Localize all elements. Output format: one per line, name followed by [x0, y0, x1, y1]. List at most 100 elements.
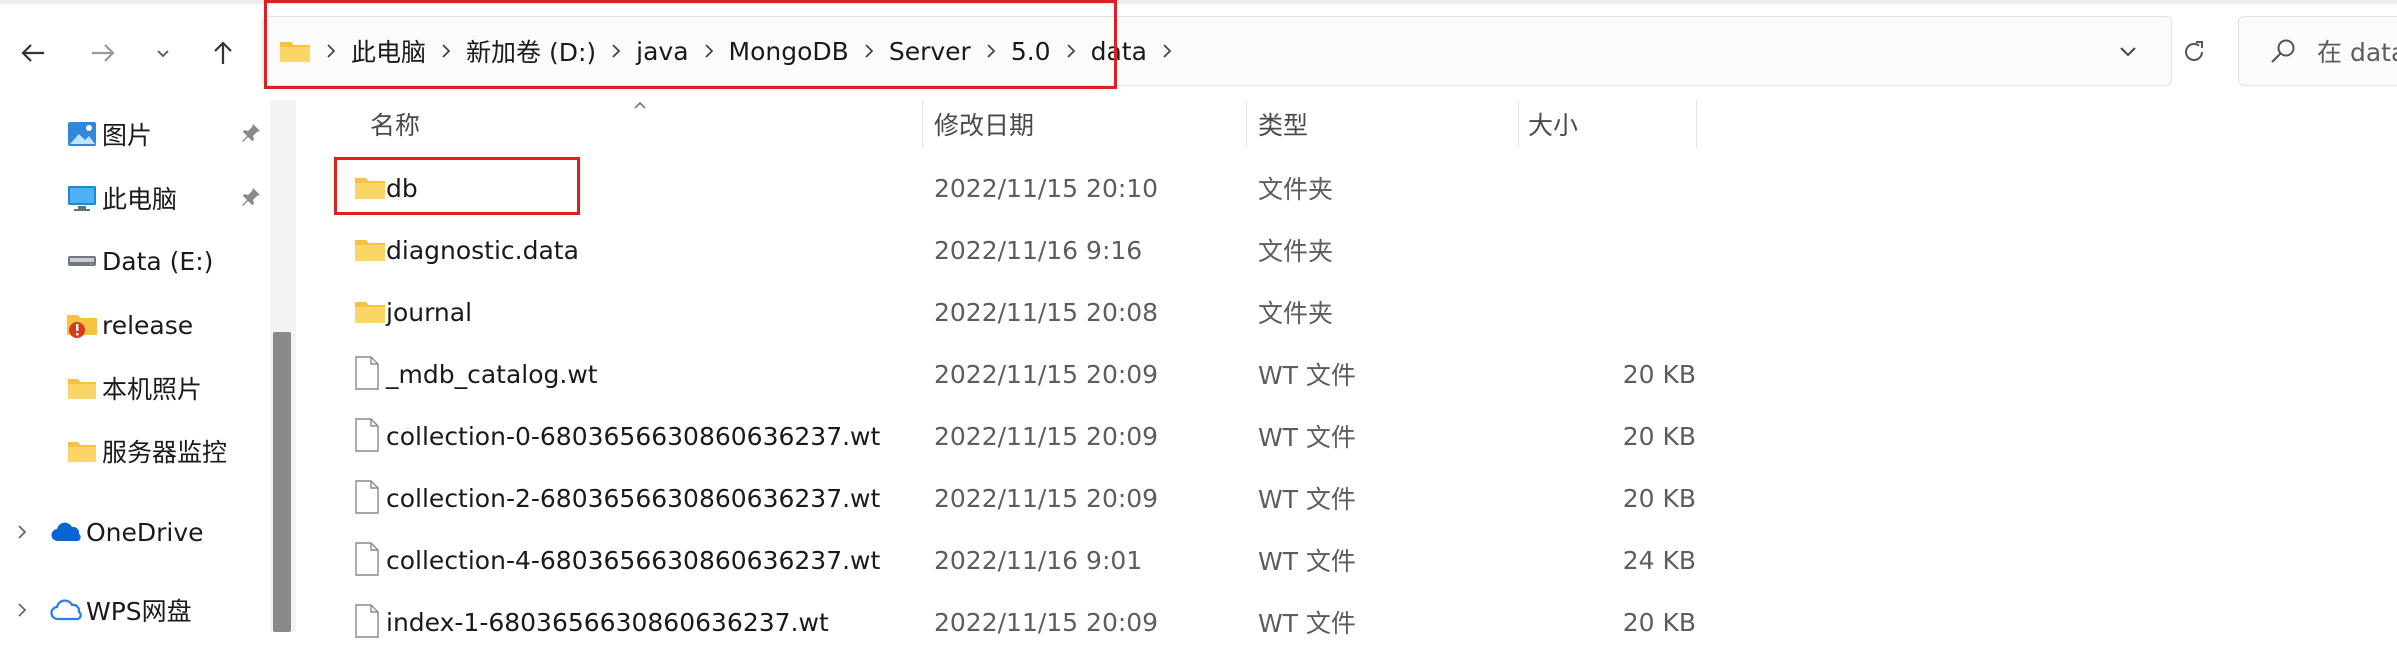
- file-type: WT 文件: [1258, 485, 1356, 514]
- folder-icon: [354, 299, 386, 335]
- column-header-type[interactable]: 类型: [1258, 96, 1308, 152]
- file-modified-date: 2022/11/16 9:16: [934, 235, 1143, 265]
- column-divider[interactable]: [922, 100, 923, 148]
- sidebar-scrollbar[interactable]: [270, 100, 296, 632]
- forward-button[interactable]: [80, 30, 126, 76]
- file-name: collection-2-6803656630860636237.wt: [386, 483, 881, 513]
- sidebar-item-onedrive[interactable]: OneDrive: [50, 506, 204, 558]
- recent-locations-button[interactable]: [140, 30, 186, 76]
- file-row[interactable]: db 2022/11/15 20:10 文件夹: [326, 157, 1986, 219]
- column-divider[interactable]: [1518, 100, 1519, 148]
- breadcrumb-mongodb[interactable]: MongoDB: [727, 17, 851, 85]
- file-modified-date: 2022/11/15 20:08: [934, 297, 1159, 327]
- arrow-up-icon: [214, 41, 232, 64]
- column-header-size[interactable]: 大小: [1528, 96, 1578, 152]
- up-button[interactable]: [200, 30, 246, 76]
- refresh-button[interactable]: [2168, 26, 2220, 78]
- breadcrumb-data[interactable]: data: [1089, 17, 1149, 85]
- file-type: 文件夹: [1258, 237, 1334, 266]
- file-icon: [354, 356, 386, 392]
- column-header-name[interactable]: 名称: [370, 96, 420, 152]
- pin-icon[interactable]: [236, 182, 266, 212]
- breadcrumb-separator-icon[interactable]: [598, 17, 634, 85]
- column-divider[interactable]: [1696, 100, 1697, 148]
- file-row[interactable]: index-1-6803656630860636237.wt 2022/11/15…: [326, 591, 1986, 653]
- file-row[interactable]: journal 2022/11/15 20:08 文件夹: [326, 281, 1986, 343]
- file-size: 20 KB: [1622, 359, 1696, 389]
- breadcrumb-version[interactable]: 5.0: [1009, 17, 1053, 85]
- breadcrumb-separator-icon[interactable]: [691, 17, 727, 85]
- chevron-down-icon: [157, 50, 169, 58]
- breadcrumb-server[interactable]: Server: [887, 17, 973, 85]
- folder-icon: [354, 175, 386, 211]
- folder-icon: [66, 435, 98, 467]
- file-icon: [354, 604, 386, 640]
- pictures-icon: [66, 118, 98, 150]
- search-box[interactable]: 在 data: [2238, 16, 2397, 86]
- address-history-button[interactable]: [2103, 17, 2153, 85]
- file-type: WT 文件: [1258, 361, 1356, 390]
- sidebar-item-label: 此电脑: [102, 185, 178, 214]
- file-modified-date: 2022/11/15 20:09: [934, 483, 1159, 513]
- arrow-right-icon: [92, 44, 115, 62]
- folder-warning-icon: [66, 309, 98, 341]
- breadcrumb-separator-icon[interactable]: [973, 17, 1009, 85]
- file-type: WT 文件: [1258, 609, 1356, 638]
- file-icon: [354, 480, 386, 516]
- breadcrumb-drive-d[interactable]: 新加卷 (D:): [464, 17, 598, 85]
- file-row[interactable]: _mdb_catalog.wt 2022/11/15 20:09 WT 文件 20 K…: [326, 343, 1986, 405]
- arrow-left-icon: [21, 44, 44, 62]
- search-icon: [2271, 39, 2295, 63]
- file-size: 20 KB: [1622, 421, 1696, 451]
- file-icon: [354, 418, 386, 454]
- sidebar-item-release[interactable]: release: [66, 299, 193, 351]
- breadcrumb-separator-icon[interactable]: [1149, 17, 1185, 85]
- file-name: journal: [386, 297, 473, 327]
- file-row[interactable]: collection-0-6803656630860636237.wt 2022/…: [326, 405, 1986, 467]
- sidebar-item-wps-drive[interactable]: WPS网盘: [50, 584, 192, 636]
- file-row[interactable]: collection-4-6803656630860636237.wt 2022/…: [326, 529, 1986, 591]
- breadcrumb-separator-icon[interactable]: [851, 17, 887, 85]
- sidebar-item-label: OneDrive: [86, 517, 204, 547]
- back-button[interactable]: [10, 30, 56, 76]
- sidebar-item-label: release: [102, 310, 194, 340]
- file-icon: [354, 542, 386, 578]
- file-type: 文件夹: [1258, 299, 1334, 328]
- breadcrumb-java[interactable]: java: [634, 17, 690, 85]
- scrollbar-thumb[interactable]: [273, 332, 291, 632]
- folder-icon: [66, 372, 98, 404]
- sidebar-item-server-monitor[interactable]: 服务器监控: [66, 425, 227, 477]
- breadcrumb-separator-icon[interactable]: [428, 17, 464, 85]
- sidebar-item-local-photos[interactable]: 本机照片: [66, 362, 202, 414]
- file-size: 20 KB: [1622, 607, 1696, 637]
- file-name: _mdb_catalog.wt: [386, 359, 598, 389]
- this-pc-icon: [66, 182, 98, 214]
- breadcrumb-separator-icon[interactable]: [1053, 17, 1089, 85]
- pin-icon[interactable]: [236, 118, 266, 148]
- expand-chevron-icon[interactable]: [10, 520, 34, 544]
- breadcrumb-this-pc[interactable]: 此电脑: [349, 17, 428, 85]
- folder-icon: [279, 34, 313, 68]
- file-type: 文件夹: [1258, 175, 1334, 204]
- column-divider[interactable]: [1246, 100, 1247, 148]
- breadcrumb-separator-icon[interactable]: [313, 17, 349, 85]
- sidebar-item-pictures[interactable]: 图片: [66, 108, 152, 160]
- expand-chevron-icon[interactable]: [10, 598, 34, 622]
- file-name: collection-0-6803656630860636237.wt: [386, 421, 881, 451]
- file-type: WT 文件: [1258, 547, 1356, 576]
- file-size: [1536, 281, 1696, 343]
- refresh-icon: [2185, 41, 2203, 61]
- sidebar-item-drive-e[interactable]: Data (E:): [66, 235, 213, 287]
- address-bar[interactable]: 此电脑 新加卷 (D:) java MongoDB Server 5.0 dat…: [262, 16, 2172, 86]
- file-modified-date: 2022/11/16 9:01: [934, 545, 1143, 575]
- file-row[interactable]: diagnostic.data 2022/11/16 9:16 文件夹: [326, 219, 1986, 281]
- file-modified-date: 2022/11/15 20:09: [934, 421, 1159, 451]
- file-name: index-1-6803656630860636237.wt: [386, 607, 829, 637]
- file-row[interactable]: collection-2-6803656630860636237.wt 2022/…: [326, 467, 1986, 529]
- search-placeholder: 在 data: [2317, 38, 2397, 67]
- onedrive-cloud-icon: [50, 516, 82, 548]
- file-size: 24 KB: [1622, 545, 1696, 575]
- column-header-date[interactable]: 修改日期: [934, 96, 1034, 152]
- sort-ascending-icon: [632, 96, 648, 115]
- sidebar-item-this-pc[interactable]: 此电脑: [66, 172, 177, 224]
